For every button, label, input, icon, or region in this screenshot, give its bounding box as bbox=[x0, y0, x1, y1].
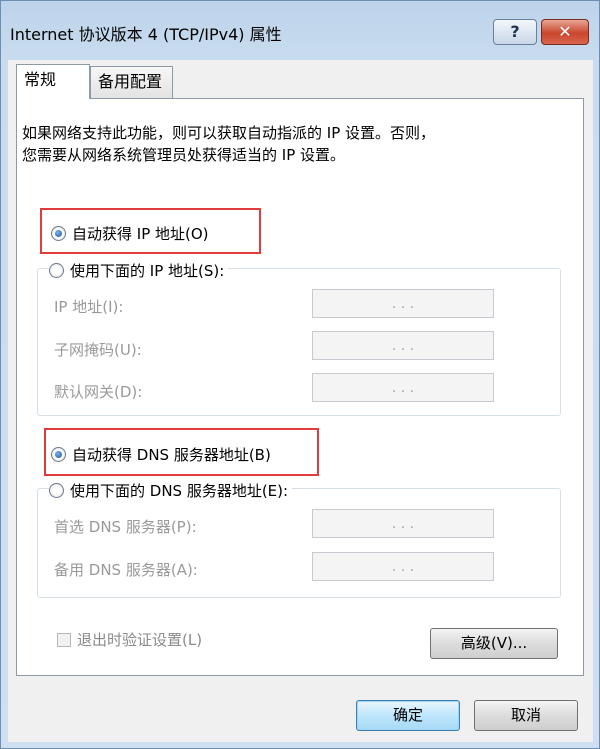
dns-manual-label: 使用下面的 DNS 服务器地址(E): bbox=[70, 482, 289, 500]
alternate-dns-label: 备用 DNS 服务器(A): bbox=[54, 561, 198, 579]
ip-manual-radio[interactable] bbox=[49, 263, 64, 278]
ip-address-field[interactable]: . . . bbox=[312, 289, 494, 318]
title-bar[interactable]: Internet 协议版本 4 (TCP/IPv4) 属性 ? ✕ bbox=[1, 1, 599, 59]
tab-general[interactable]: 常规 bbox=[16, 64, 90, 99]
ok-button[interactable]: 确定 bbox=[356, 700, 460, 731]
description-line-2: 您需要从网络系统管理员处获得适当的 IP 设置。 bbox=[22, 146, 346, 164]
preferred-dns-field[interactable]: . . . bbox=[312, 509, 494, 538]
close-button[interactable]: ✕ bbox=[541, 19, 589, 45]
ip-auto-radio[interactable] bbox=[51, 226, 66, 241]
ip-auto-label: 自动获得 IP 地址(O) bbox=[72, 225, 209, 243]
dns-auto-radio-row[interactable]: 自动获得 DNS 服务器地址(B) bbox=[51, 444, 271, 465]
ip-auto-radio-row[interactable]: 自动获得 IP 地址(O) bbox=[51, 223, 209, 244]
default-gateway-label: 默认网关(D): bbox=[54, 383, 143, 401]
alternate-dns-field[interactable]: . . . bbox=[312, 552, 494, 581]
cancel-button[interactable]: 取消 bbox=[474, 700, 578, 731]
dns-manual-radio-row[interactable]: 使用下面的 DNS 服务器地址(E): bbox=[49, 480, 293, 501]
dialog-window: Internet 协议版本 4 (TCP/IPv4) 属性 ? ✕ 常规 备用配… bbox=[0, 0, 600, 749]
ip-manual-radio-row[interactable]: 使用下面的 IP 地址(S): bbox=[49, 260, 229, 281]
validate-on-exit-row[interactable]: 退出时验证设置(L) bbox=[57, 629, 202, 650]
preferred-dns-label: 首选 DNS 服务器(P): bbox=[54, 518, 197, 536]
description-line-1: 如果网络支持此功能，则可以获取自动指派的 IP 设置。否则， bbox=[22, 124, 436, 142]
dns-auto-label: 自动获得 DNS 服务器地址(B) bbox=[72, 446, 271, 464]
dns-manual-radio[interactable] bbox=[49, 483, 64, 498]
tab-alternate-config[interactable]: 备用配置 bbox=[90, 66, 173, 98]
description-text: 如果网络支持此功能，则可以获取自动指派的 IP 设置。否则， 您需要从网络系统管… bbox=[22, 122, 552, 166]
dns-manual-group bbox=[37, 488, 561, 598]
validate-on-exit-checkbox[interactable] bbox=[57, 632, 71, 647]
ip-address-label: IP 地址(I): bbox=[54, 298, 124, 316]
default-gateway-field[interactable]: . . . bbox=[312, 373, 494, 402]
help-button[interactable]: ? bbox=[493, 19, 537, 45]
dialog-client-area: 常规 备用配置 如果网络支持此功能，则可以获取自动指派的 IP 设置。否则， 您… bbox=[8, 60, 593, 742]
subnet-mask-field[interactable]: . . . bbox=[312, 331, 494, 360]
validate-on-exit-label: 退出时验证设置(L) bbox=[77, 631, 203, 649]
subnet-mask-label: 子网掩码(U): bbox=[54, 341, 142, 359]
advanced-button[interactable]: 高级(V)... bbox=[430, 628, 558, 659]
dns-auto-radio[interactable] bbox=[51, 447, 66, 462]
ip-manual-label: 使用下面的 IP 地址(S): bbox=[70, 262, 225, 280]
window-title: Internet 协议版本 4 (TCP/IPv4) 属性 bbox=[10, 25, 282, 44]
